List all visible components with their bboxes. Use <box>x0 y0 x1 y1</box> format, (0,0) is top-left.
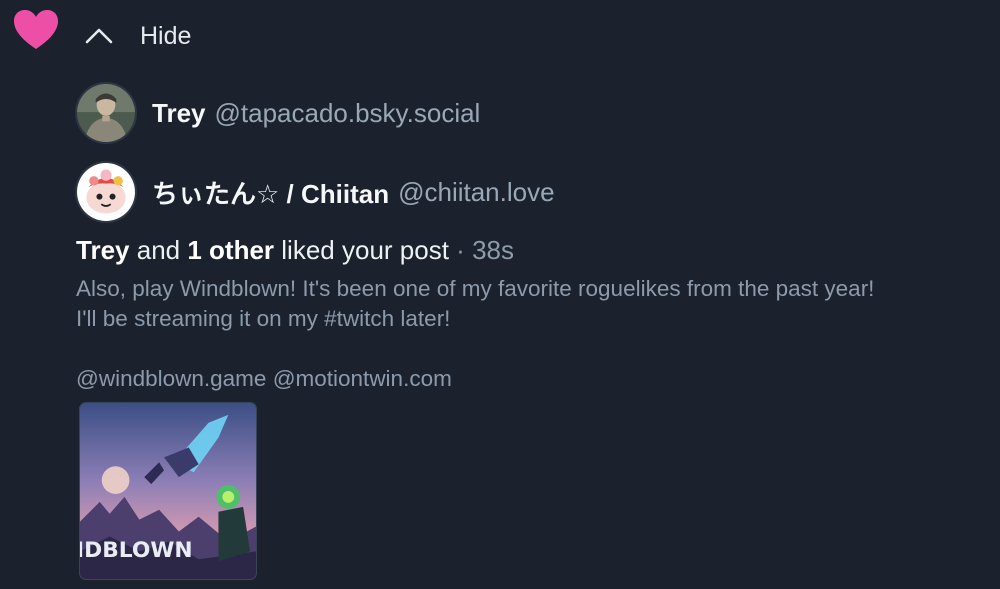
first-liker-name[interactable]: Trey <box>76 235 130 265</box>
post-image-thumbnail[interactable]: IDBLOWN <box>79 402 257 580</box>
avatar[interactable] <box>75 161 137 223</box>
timestamp: 38s <box>472 235 514 265</box>
chevron-up-icon <box>85 28 113 44</box>
post-preview-text[interactable]: Also, play Windblown! It's been one of m… <box>76 274 986 394</box>
liker-row-chiitan[interactable]: ちぃたん☆ / Chiitan @chiitan.love <box>75 161 555 223</box>
avatar[interactable] <box>75 82 137 144</box>
notification-item[interactable]: Hide Trey @tapacado.bsky.social ちぃたん☆ / … <box>0 0 1000 589</box>
image-caption: IDBLOWN <box>80 538 193 563</box>
action-text: liked your post <box>281 235 449 265</box>
liker-name[interactable]: ちぃたん☆ / Chiitan <box>152 174 389 211</box>
notification-summary: Trey and 1 other liked your post · 38s <box>76 235 514 266</box>
hide-toggle-button[interactable]: Hide <box>84 17 191 55</box>
liker-handle: @tapacado.bsky.social <box>214 97 481 128</box>
and-text: and <box>136 235 181 265</box>
post-line: Also, play Windblown! It's been one of m… <box>76 276 875 301</box>
liker-row-trey[interactable]: Trey @tapacado.bsky.social <box>75 82 480 144</box>
separator: · <box>456 235 465 265</box>
post-mentions: @windblown.game @motiontwin.com <box>76 366 452 391</box>
liker-handle: @chiitan.love <box>398 176 555 207</box>
post-line: I'll be streaming it on my #twitch later… <box>76 306 451 331</box>
others-count[interactable]: 1 other <box>187 235 274 265</box>
heart-icon <box>14 10 58 49</box>
liker-name[interactable]: Trey <box>152 98 206 129</box>
hide-label: Hide <box>140 21 192 50</box>
